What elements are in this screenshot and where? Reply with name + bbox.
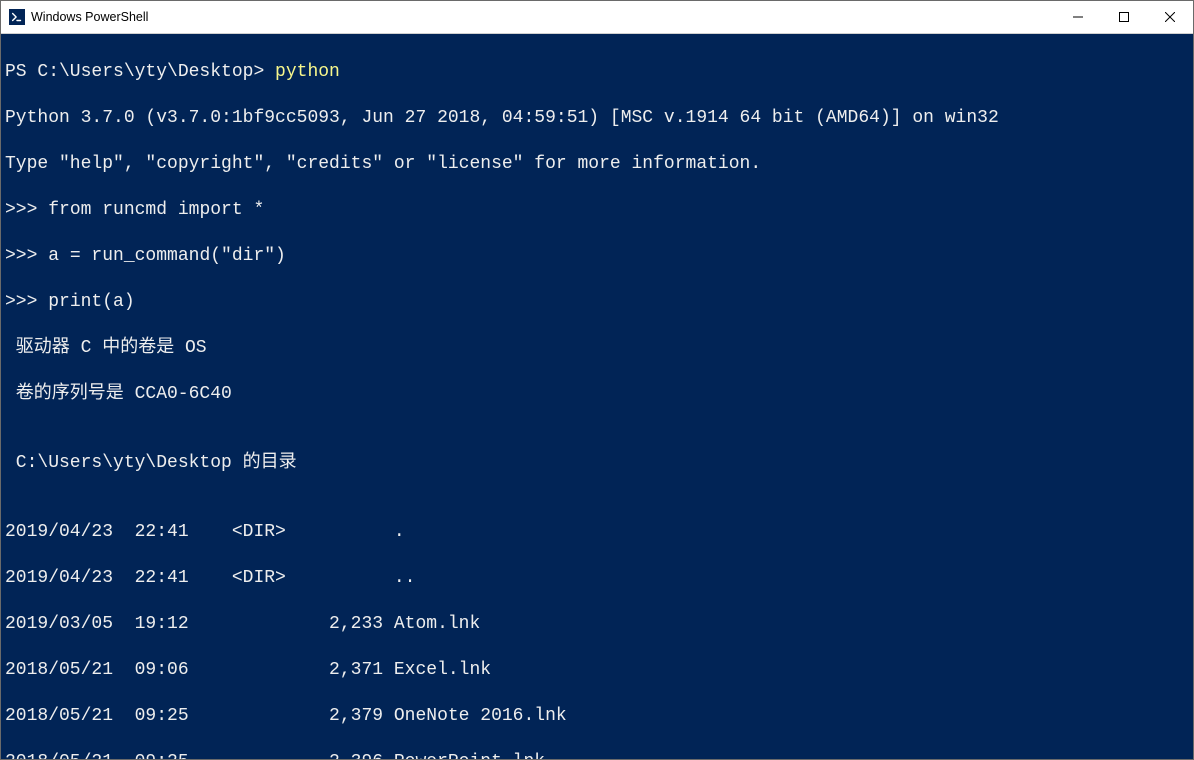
titlebar[interactable]: Windows PowerShell <box>1 1 1193 34</box>
command-python: python <box>275 62 340 82</box>
repl-prompt: >>> <box>5 200 48 220</box>
repl-line-2: >>> a = run_command("dir") <box>5 245 1191 268</box>
python-banner-2: Type "help", "copyright", "credits" or "… <box>5 153 1191 176</box>
dir-row: 2019/04/23 22:41 <DIR> .. <box>5 567 1191 590</box>
repl-line-3: >>> print(a) <box>5 291 1191 314</box>
repl-prompt: >>> <box>5 246 48 266</box>
dir-row: 2018/05/21 09:25 2,396 PowerPoint.lnk <box>5 751 1191 759</box>
repl-stmt-3: print(a) <box>48 292 134 312</box>
maximize-button[interactable] <box>1101 1 1147 33</box>
terminal-area[interactable]: PS C:\Users\yty\Desktop> python Python 3… <box>1 34 1193 759</box>
output-dir-header: C:\Users\yty\Desktop 的目录 <box>5 452 1191 475</box>
dir-row: 2019/04/23 22:41 <DIR> . <box>5 521 1191 544</box>
repl-stmt-2: a = run_command("dir") <box>48 246 286 266</box>
window-title: Windows PowerShell <box>31 10 148 24</box>
minimize-button[interactable] <box>1055 1 1101 33</box>
powershell-icon <box>9 9 25 25</box>
dir-row: 2018/05/21 09:25 2,379 OneNote 2016.lnk <box>5 705 1191 728</box>
ps-prompt: PS C:\Users\yty\Desktop> <box>5 62 275 82</box>
dir-row: 2019/03/05 19:12 2,233 Atom.lnk <box>5 613 1191 636</box>
output-serial: 卷的序列号是 CCA0-6C40 <box>5 383 1191 406</box>
output-volume: 驱动器 C 中的卷是 OS <box>5 337 1191 360</box>
prompt-line: PS C:\Users\yty\Desktop> python <box>5 61 1191 84</box>
dir-row: 2018/05/21 09:06 2,371 Excel.lnk <box>5 659 1191 682</box>
powershell-window: Windows PowerShell PS C:\Users\yty\Deskt… <box>0 0 1194 760</box>
close-button[interactable] <box>1147 1 1193 33</box>
python-banner-1: Python 3.7.0 (v3.7.0:1bf9cc5093, Jun 27 … <box>5 107 1191 130</box>
repl-prompt: >>> <box>5 292 48 312</box>
repl-line-1: >>> from runcmd import * <box>5 199 1191 222</box>
repl-stmt-1: from runcmd import * <box>48 200 264 220</box>
